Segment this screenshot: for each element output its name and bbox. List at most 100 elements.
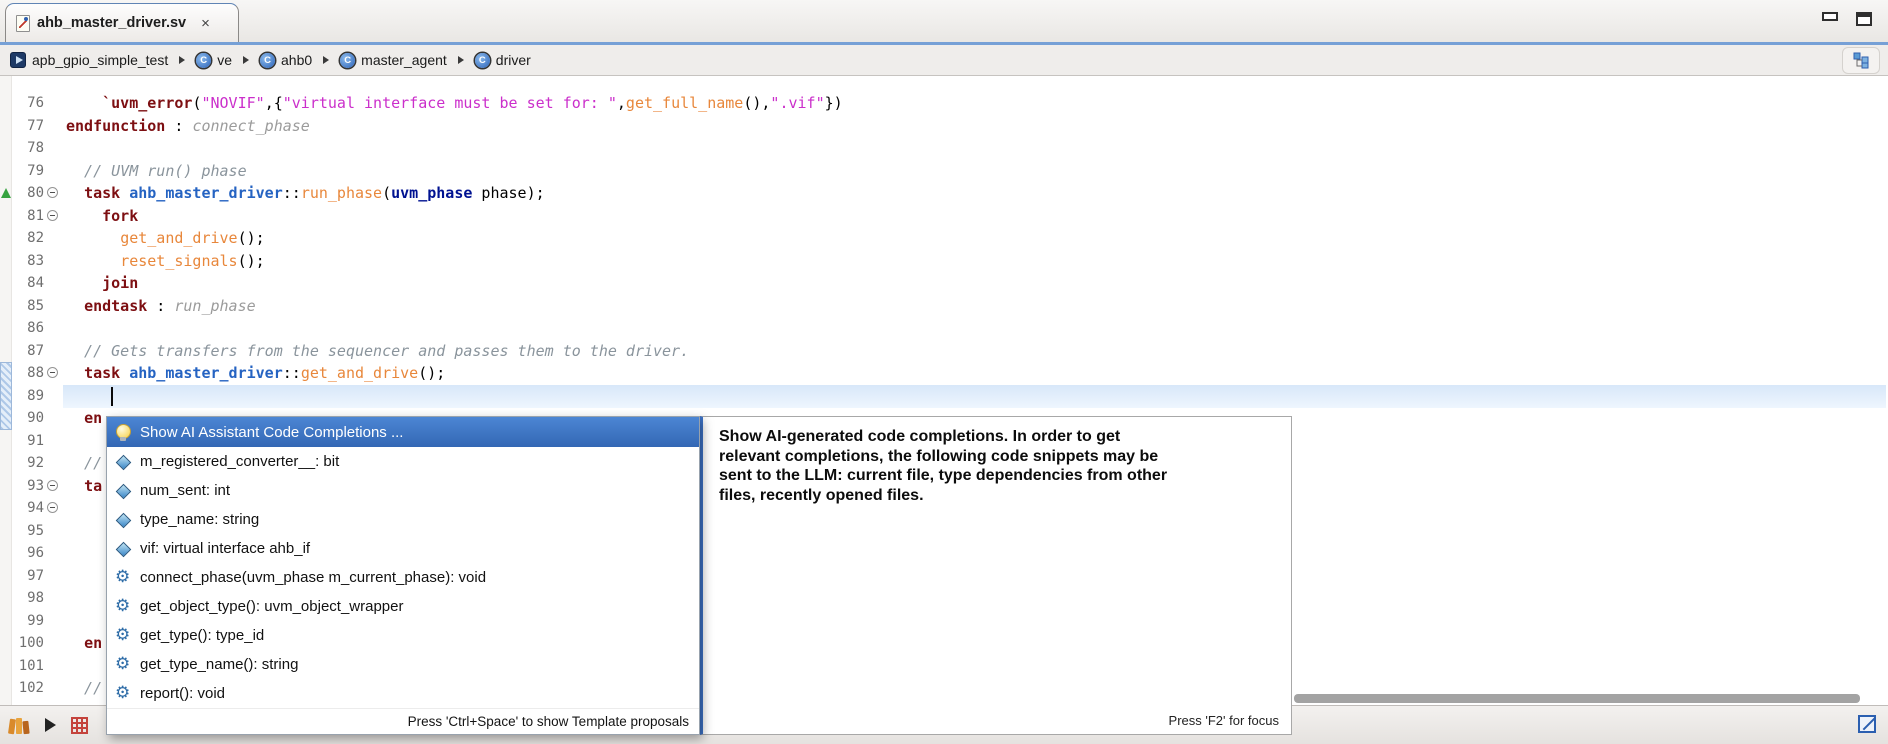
code-line-82[interactable]: get_and_drive(); [66, 227, 265, 250]
line-number: 78 [27, 140, 44, 156]
minimize-icon[interactable] [1822, 12, 1838, 21]
breadcrumb-item-master_agent[interactable]: Cmaster_agent [340, 52, 447, 68]
line-number: 98 [27, 590, 44, 606]
code-line-93[interactable]: ta [66, 475, 102, 498]
completion-item[interactable]: report(): void [107, 679, 699, 708]
breadcrumb-arrow-icon [243, 56, 250, 64]
code-segment: (); [237, 251, 265, 270]
code-segment: en [84, 634, 103, 652]
code-line-88[interactable]: task ahb_master_driver::get_and_drive(); [66, 362, 445, 385]
code-line-83[interactable]: reset_signals(); [66, 250, 265, 273]
completion-item[interactable]: num_sent: int [107, 476, 699, 505]
completion-item[interactable]: m_registered_converter__: bit [107, 447, 699, 476]
code-segment: run_phase [174, 296, 256, 315]
line-number: 91 [27, 432, 44, 449]
line-number: 102 [18, 680, 44, 696]
line-number: 100 [18, 635, 44, 651]
code-segment: get_full_name [625, 94, 744, 112]
code-segment: "virtual interface must be set for: " [282, 94, 617, 112]
breadcrumb-label: master_agent [361, 52, 447, 68]
fold-collapse-icon[interactable] [47, 367, 58, 378]
code-segment: task [84, 364, 121, 382]
completion-item[interactable]: vif: virtual interface ahb_if [107, 534, 699, 563]
completion-item[interactable]: get_type(): type_id [107, 621, 699, 650]
completion-item[interactable]: type_name: string [107, 505, 699, 534]
completion-label: type_name: string [140, 511, 260, 528]
line-number: 82 [27, 230, 44, 246]
completion-item[interactable]: connect_phase(uvm_phase m_current_phase)… [107, 563, 699, 592]
fold-collapse-icon[interactable] [47, 502, 58, 513]
code-line-80[interactable]: task ahb_master_driver::run_phase(uvm_ph… [66, 182, 545, 205]
code-segment: get_and_drive [300, 364, 419, 382]
code-line-85[interactable]: endtask : run_phase [66, 295, 256, 318]
fold-collapse-icon[interactable] [47, 187, 58, 198]
line-number: 76 [27, 95, 44, 111]
completion-item[interactable]: get_type_name(): string [107, 650, 699, 679]
method-icon [114, 654, 132, 674]
code-segment: connect_phase [192, 116, 310, 135]
completion-list: Show AI Assistant Code Completions ... m_… [107, 417, 699, 708]
code-segment: endfunction [66, 116, 166, 135]
run-icon[interactable] [45, 718, 56, 732]
code-segment: task [84, 184, 121, 202]
fold-collapse-icon[interactable] [47, 479, 58, 491]
code-line-84[interactable]: join [66, 272, 138, 295]
line-number: 84 [27, 275, 44, 291]
line-number: 79 [27, 162, 44, 179]
line-number: 92 [27, 455, 44, 471]
line-number: 97 [27, 567, 44, 584]
breadcrumb-item-driver[interactable]: Cdriver [474, 52, 531, 68]
code-segment: // UVM run() phase [66, 161, 247, 180]
breadcrumb-item-ve[interactable]: Cve [196, 52, 232, 68]
breadcrumb-item-ahb0[interactable]: Cahb0 [260, 52, 312, 68]
code-line-77[interactable]: endfunction : connect_phase [66, 115, 310, 138]
code-segment: endtask [84, 296, 148, 315]
line-number: 90 [27, 410, 44, 426]
code-segment: : [165, 116, 193, 135]
breadcrumb-label: ahb0 [281, 52, 313, 68]
breadcrumb-arrow-icon [179, 56, 186, 64]
current-line-highlight [63, 385, 1886, 408]
code-line-92[interactable]: // [66, 452, 102, 475]
tab-title: ahb_master_driver.sv [37, 15, 187, 31]
completion-item[interactable]: get_object_type(): uvm_object_wrapper [107, 592, 699, 621]
library-icon[interactable] [7, 717, 30, 734]
fold-collapse-icon[interactable] [47, 209, 58, 221]
close-icon[interactable]: × [201, 15, 210, 32]
code-segment: fork [102, 206, 139, 225]
hierarchy-button[interactable] [1842, 47, 1880, 74]
fast-view-icon[interactable] [1858, 715, 1876, 733]
breadcrumb-item-apb_gpio_simple_test[interactable]: apb_gpio_simple_test [10, 52, 168, 68]
breadcrumb-arrow-icon [323, 56, 330, 64]
text-caret [111, 387, 113, 406]
code-completion-popup: Show AI Assistant Code Completions ... m_… [106, 416, 700, 735]
line-number: 87 [27, 342, 44, 359]
code-line-90[interactable]: en [66, 407, 102, 430]
code-line-100[interactable]: en [66, 632, 102, 655]
grid-icon[interactable] [71, 716, 88, 734]
code-line-76[interactable]: `uvm_error("NOVIF",{"virtual interface m… [66, 92, 843, 115]
code-segment: uvm_phase [391, 184, 473, 202]
horizontal-scrollbar[interactable] [1294, 694, 1860, 703]
code-segment: // [66, 454, 103, 472]
code-segment: // Gets transfers from the sequencer and… [66, 341, 690, 360]
tab-ahb-master-driver[interactable]: ahb_master_driver.sv × [5, 3, 239, 42]
module-icon [10, 52, 26, 68]
line-number: 95 [27, 522, 44, 539]
view-window-buttons [1822, 12, 1872, 26]
maximize-icon[interactable] [1856, 12, 1872, 26]
code-line-87[interactable]: // Gets transfers from the sequencer and… [66, 340, 689, 363]
breadcrumb-label: driver [495, 52, 531, 68]
code-line-81[interactable]: fork [66, 205, 138, 228]
completion-item-ai-assistant[interactable]: Show AI Assistant Code Completions ... [107, 417, 699, 447]
completion-label: get_type_name(): string [140, 656, 299, 673]
code-line-102[interactable]: // [66, 677, 102, 700]
completion-label: get_type(): type_id [140, 627, 265, 644]
code-line-79[interactable]: // UVM run() phase [66, 160, 247, 183]
doc-footer: Press 'F2' for focus [1168, 713, 1279, 728]
